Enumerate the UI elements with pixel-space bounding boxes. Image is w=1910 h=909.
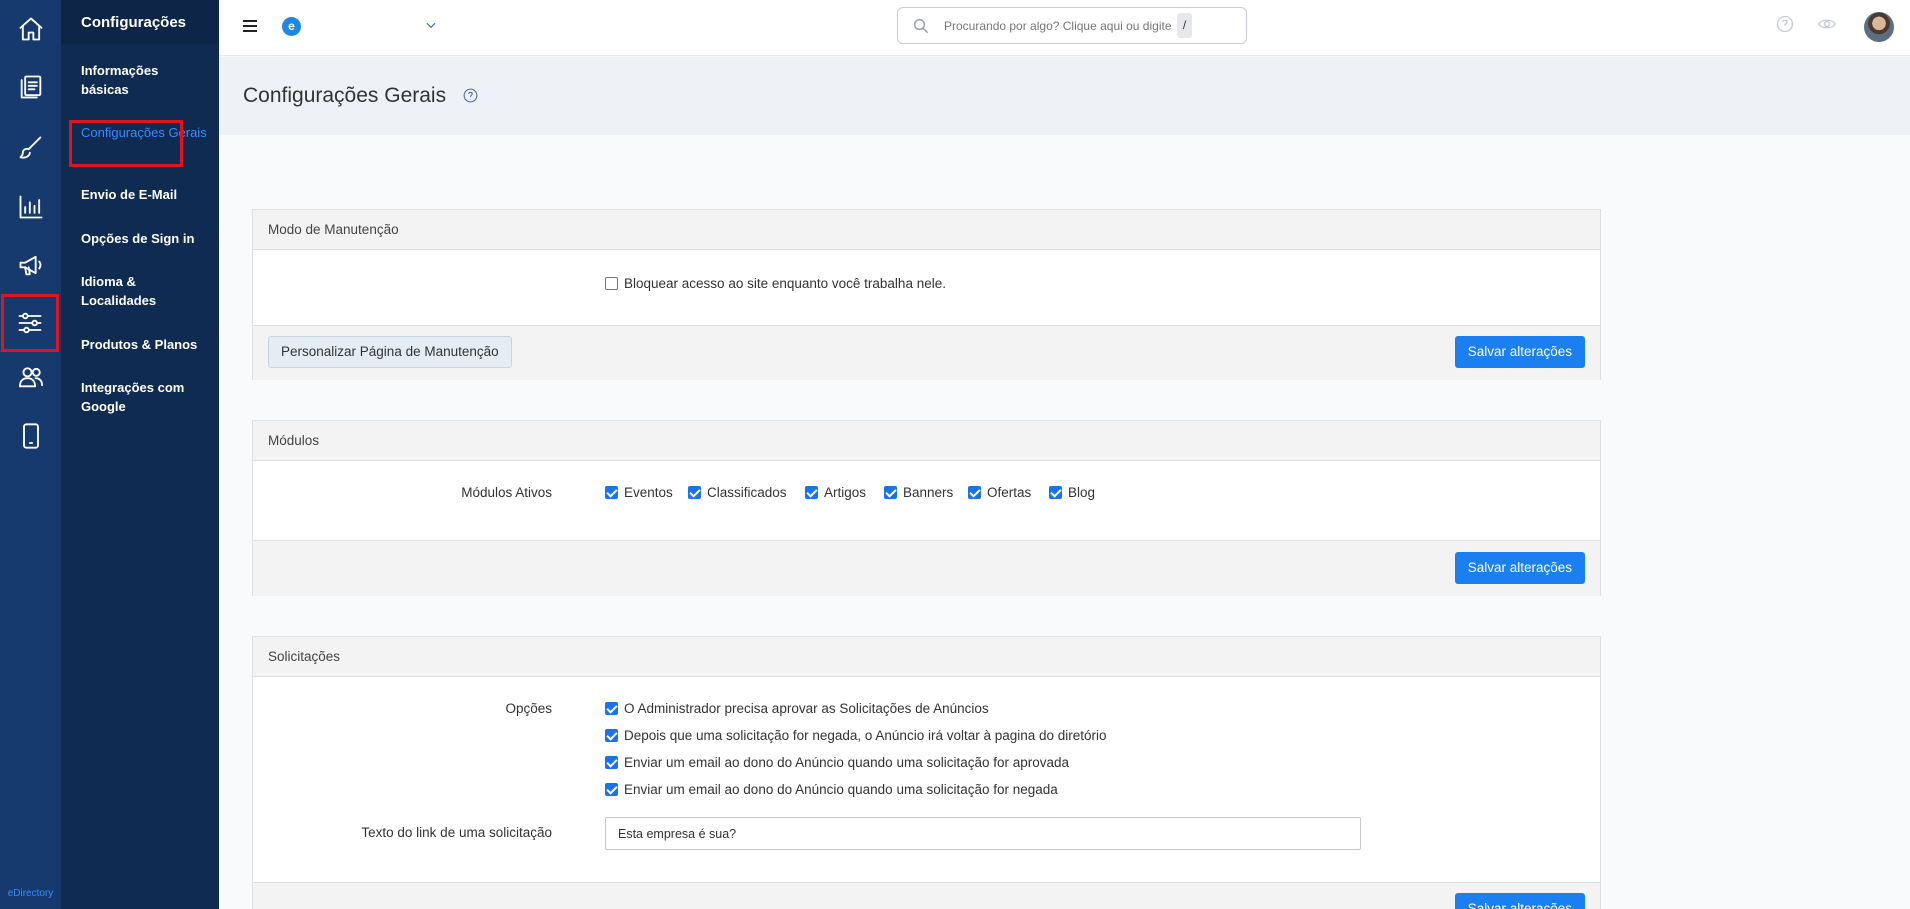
page-header: Configurações Gerais [219, 57, 1910, 135]
settings-sliders-icon [18, 312, 42, 334]
search-icon [912, 17, 930, 40]
save-maintenance-button[interactable]: Salvar alterações [1454, 336, 1585, 368]
subnav-title: Configurações [61, 0, 219, 44]
search-input[interactable] [944, 16, 1184, 36]
rail-reports[interactable] [0, 178, 61, 236]
chevron-down-icon [426, 22, 436, 29]
module-label: Eventos [624, 485, 673, 500]
rail-listings[interactable] [0, 58, 61, 116]
return-to-directory-checkbox[interactable]: Depois que uma solicitação for negada, o… [605, 728, 1107, 743]
checkbox-box[interactable] [884, 486, 897, 499]
brand-name[interactable]: eDirectory [0, 888, 61, 899]
module-label: Artigos [824, 485, 867, 500]
subnav-item-email[interactable]: Envio de E-Mail [81, 185, 209, 204]
chart-icon [19, 195, 42, 219]
email-on-approve-checkbox[interactable]: Enviar um email ao dono do Anúncio quand… [605, 755, 1069, 770]
checkbox-box[interactable] [605, 486, 618, 499]
checkbox-box[interactable] [605, 702, 618, 715]
maintenance-heading: Modo de Manutenção [253, 210, 1600, 250]
icon-rail: eDirectory [0, 0, 61, 909]
home-icon [19, 17, 42, 41]
save-modules-button[interactable]: Salvar alterações [1454, 552, 1585, 584]
block-access-checkbox[interactable]: Bloquear acesso ao site enquanto você tr… [605, 276, 946, 291]
megaphone-icon [19, 255, 41, 276]
active-item-highlight [69, 120, 183, 167]
modules-panel: Módulos Módulos Ativos Eventos Classific… [252, 420, 1601, 596]
module-label: Classificados [707, 485, 787, 500]
subnav-item-google[interactable]: Integrações com Google [81, 378, 209, 416]
checkbox-box[interactable] [605, 756, 618, 769]
link-text-label: Texto do link de uma solicitação [361, 825, 552, 840]
mobile-icon [22, 423, 39, 449]
admin-approve-checkbox[interactable]: O Administrador precisa aprovar as Solic… [605, 701, 989, 716]
option-label: Depois que uma solicitação for negada, o… [624, 728, 1107, 743]
save-requests-button[interactable]: Salvar alterações [1454, 893, 1585, 909]
rail-settings[interactable] [1, 294, 59, 352]
rail-home[interactable] [0, 0, 61, 58]
options-label: Opções [505, 701, 552, 716]
modules-footer: Salvar alterações [253, 540, 1600, 596]
page-help-icon[interactable] [462, 87, 479, 104]
checkbox-box[interactable] [968, 486, 981, 499]
brush-icon [19, 136, 41, 159]
requests-heading: Solicitações [253, 637, 1600, 677]
module-label: Banners [903, 485, 954, 500]
checkbox-box[interactable] [1049, 486, 1062, 499]
listings-icon [20, 75, 41, 99]
option-label: O Administrador precisa aprovar as Solic… [624, 701, 989, 716]
checkbox-box[interactable] [605, 729, 618, 742]
option-label: Enviar um email ao dono do Anúncio quand… [624, 755, 1070, 770]
users-icon [18, 367, 43, 388]
checkbox-box[interactable] [605, 277, 618, 290]
customize-maintenance-button[interactable]: Personalizar Página de Manutenção [268, 336, 512, 368]
checkbox-box[interactable] [688, 486, 701, 499]
subnav-item-sign-in[interactable]: Opções de Sign in [81, 229, 209, 248]
active-modules-label: Módulos Ativos [461, 485, 552, 500]
site-selector[interactable] [424, 18, 438, 37]
module-events-checkbox[interactable]: Eventos [605, 485, 673, 500]
checkbox-box[interactable] [605, 783, 618, 796]
block-access-label: Bloquear acesso ao site enquanto você tr… [624, 276, 946, 291]
maintenance-panel: Modo de Manutenção Bloquear acesso ao si… [252, 209, 1601, 380]
rail-design[interactable] [0, 119, 61, 177]
subnav-item-basic-info[interactable]: Informações básicas [81, 61, 209, 99]
option-label: Enviar um email ao dono do Anúncio quand… [624, 782, 1058, 797]
module-articles-checkbox[interactable]: Artigos [805, 485, 866, 500]
help-circle-icon [1776, 15, 1794, 33]
rail-promote[interactable] [0, 236, 61, 294]
search-shortcut-key: / [1177, 13, 1192, 38]
module-blog-checkbox[interactable]: Blog [1049, 485, 1095, 500]
page-title: Configurações Gerais [243, 84, 447, 107]
rail-mobile[interactable] [0, 407, 61, 465]
link-text-input[interactable] [605, 817, 1361, 850]
email-on-deny-checkbox[interactable]: Enviar um email ao dono do Anúncio quand… [605, 782, 1058, 797]
module-banners-checkbox[interactable]: Banners [884, 485, 953, 500]
subnav-item-language[interactable]: Idioma & Localidades [81, 272, 209, 310]
rail-users[interactable] [0, 348, 61, 406]
preview-button[interactable] [1817, 14, 1841, 38]
user-avatar[interactable] [1864, 12, 1894, 42]
eye-icon [1817, 19, 1837, 29]
maintenance-footer: Personalizar Página de Manutenção Salvar… [253, 325, 1600, 380]
site-logo[interactable]: e [282, 17, 301, 36]
menu-icon[interactable] [243, 20, 257, 32]
module-label: Ofertas [987, 485, 1032, 500]
requests-panel: Solicitações Opções O Administrador prec… [252, 636, 1601, 909]
module-label: Blog [1068, 485, 1096, 500]
module-classifieds-checkbox[interactable]: Classificados [688, 485, 787, 500]
search-box[interactable]: / [897, 7, 1247, 44]
requests-footer: Salvar alterações [253, 882, 1600, 909]
modules-heading: Módulos [253, 421, 1600, 461]
module-offers-checkbox[interactable]: Ofertas [968, 485, 1031, 500]
subnav-item-products[interactable]: Produtos & Planos [81, 335, 209, 354]
checkbox-box[interactable] [805, 486, 818, 499]
top-bar: e / [219, 0, 1910, 56]
help-button[interactable] [1775, 14, 1799, 38]
